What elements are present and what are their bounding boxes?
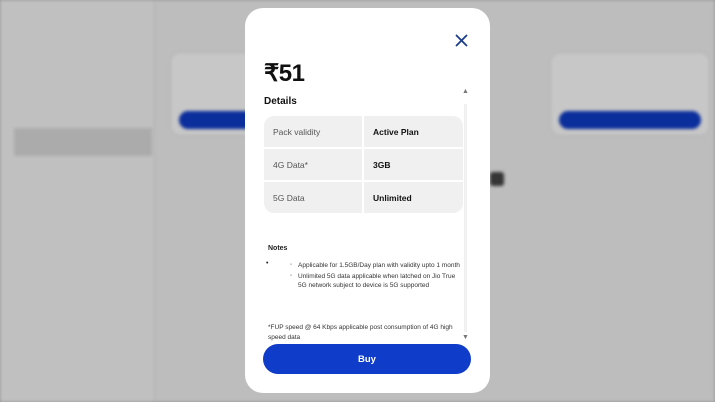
details-row: Pack validity Active Plan	[264, 116, 463, 147]
details-value: 3GB	[364, 149, 463, 180]
plan-details-modal: ₹51 Details ▲ ▼ Pack validity Active Pla…	[245, 8, 490, 393]
close-icon	[455, 34, 467, 46]
note-item: Applicable for 1.5GB/Day plan with valid…	[290, 261, 462, 271]
note-item: Unlimited 5G data applicable when latche…	[290, 272, 462, 291]
details-heading: Details	[264, 96, 297, 107]
details-label: Pack validity	[264, 116, 362, 147]
details-label: 5G Data	[264, 182, 362, 213]
details-row: 4G Data* 3GB	[264, 149, 463, 180]
notes-list: Applicable for 1.5GB/Day plan with valid…	[290, 261, 462, 292]
details-value: Active Plan	[364, 116, 463, 147]
bullet-marker: •	[266, 260, 269, 267]
scroll-down-arrow-icon[interactable]: ▼	[462, 334, 469, 341]
notes-heading: Notes	[268, 245, 288, 252]
details-row: 5G Data Unlimited	[264, 182, 463, 213]
details-table: Pack validity Active Plan 4G Data* 3GB 5…	[264, 116, 463, 215]
details-value: Unlimited	[364, 182, 463, 213]
plan-price: ₹51	[264, 60, 305, 87]
details-label: 4G Data*	[264, 149, 362, 180]
buy-button[interactable]: Buy	[263, 344, 471, 374]
scroll-up-arrow-icon[interactable]: ▲	[462, 88, 469, 95]
fup-note: *FUP speed @ 64 Kbps applicable post con…	[268, 324, 453, 341]
close-button[interactable]	[449, 28, 473, 52]
scrollbar[interactable]	[464, 104, 467, 332]
